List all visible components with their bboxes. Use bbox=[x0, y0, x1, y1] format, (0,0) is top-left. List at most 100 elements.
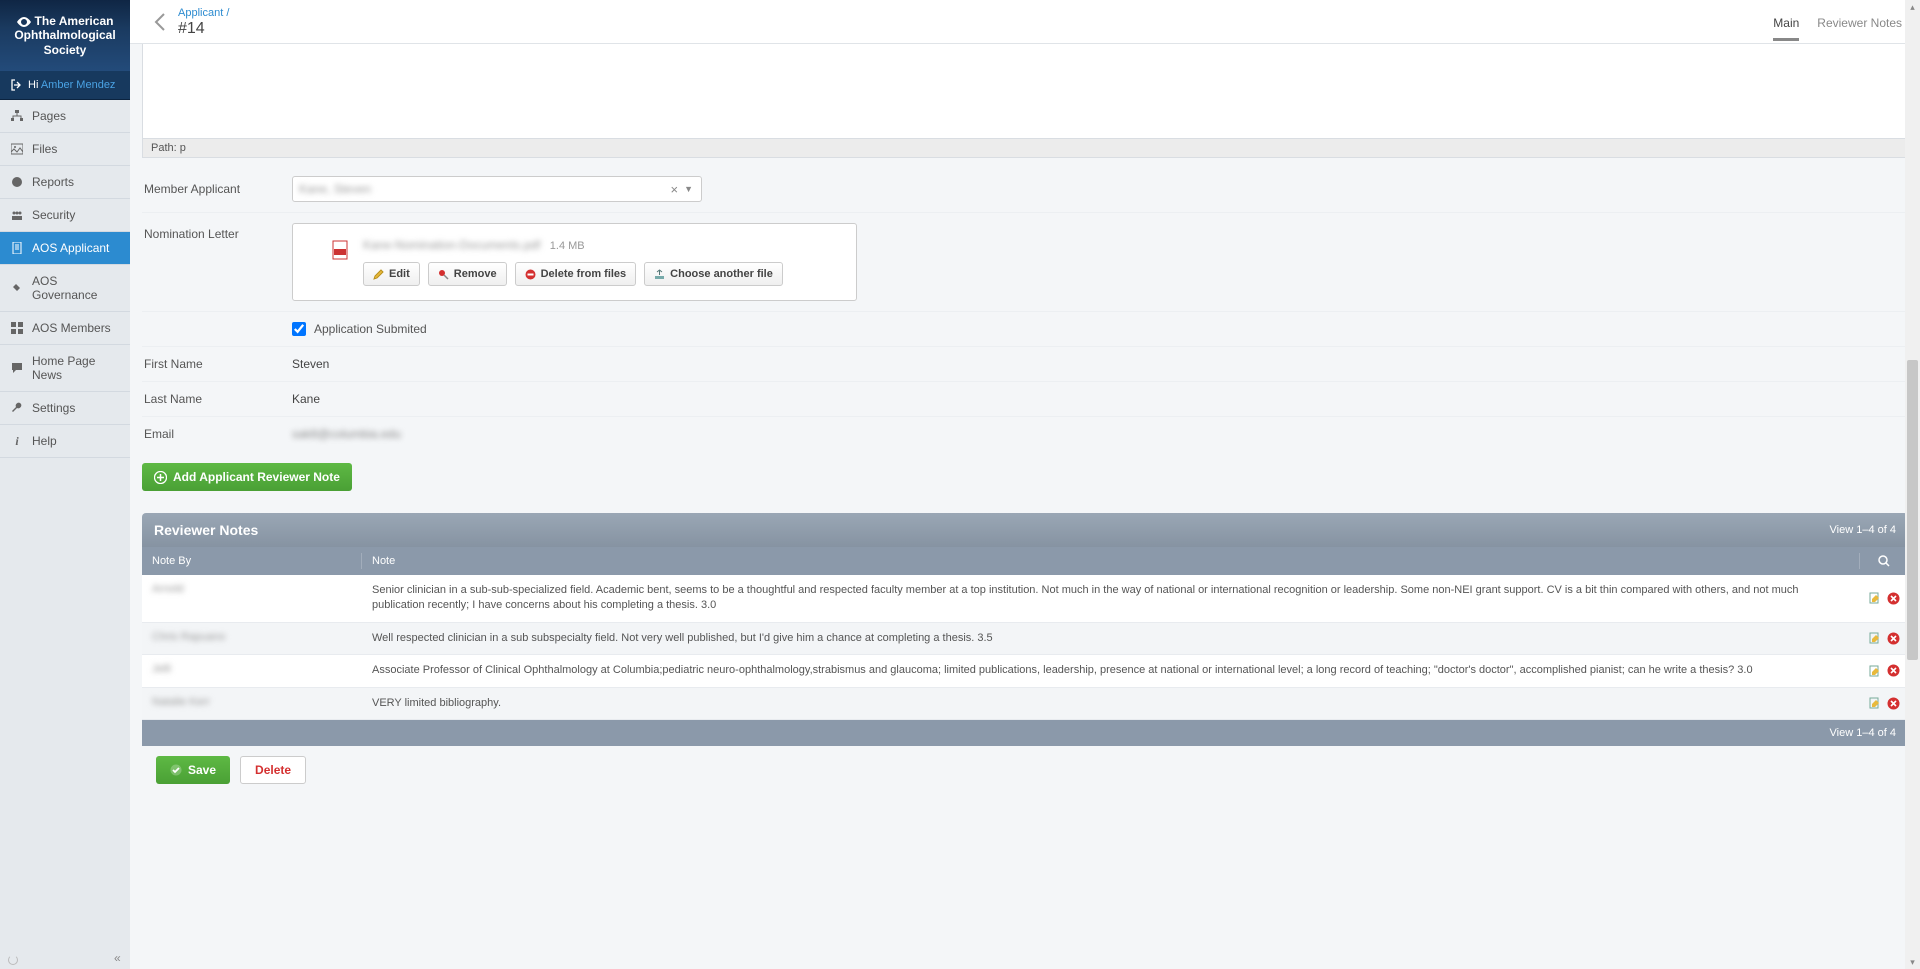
row-edit-button[interactable] bbox=[1869, 631, 1881, 645]
table-body: Arnold Senior clinician in a sub-sub-spe… bbox=[142, 575, 1908, 720]
nav-label: Files bbox=[32, 142, 57, 156]
nav-pages[interactable]: Pages bbox=[0, 100, 130, 133]
upload-icon bbox=[654, 269, 665, 280]
row-delete-button[interactable] bbox=[1887, 696, 1900, 710]
main: Applicant / #14 Main Reviewer Notes Path… bbox=[130, 0, 1920, 969]
nav-label: Help bbox=[32, 434, 57, 448]
scroll-up-icon[interactable]: ▴ bbox=[1905, 0, 1920, 14]
row-delete-button[interactable] bbox=[1887, 631, 1900, 645]
col-note-by[interactable]: Note By bbox=[142, 547, 362, 575]
sitemap-icon bbox=[10, 109, 24, 123]
nav-reports[interactable]: Reports bbox=[0, 166, 130, 199]
nav-files[interactable]: Files bbox=[0, 133, 130, 166]
row-edit-button[interactable] bbox=[1869, 664, 1881, 678]
note-by: Arnold bbox=[142, 575, 362, 622]
first-name-value: Steven bbox=[292, 357, 1908, 371]
table-row: Jelli Associate Professor of Clinical Op… bbox=[142, 655, 1908, 687]
row-delete-button[interactable] bbox=[1887, 591, 1900, 605]
save-button[interactable]: Save bbox=[156, 756, 230, 784]
nav-label: AOS Members bbox=[32, 321, 111, 335]
row-edit-button[interactable] bbox=[1869, 591, 1881, 605]
nav-label: Reports bbox=[32, 175, 74, 189]
nav-label: AOS Applicant bbox=[32, 241, 109, 255]
grid-icon bbox=[10, 321, 24, 335]
header: Applicant / #14 Main Reviewer Notes bbox=[130, 0, 1920, 44]
file-edit-button[interactable]: Edit bbox=[363, 262, 420, 286]
email-label: Email bbox=[142, 427, 292, 441]
col-note[interactable]: Note bbox=[362, 547, 1860, 575]
rich-text-editor[interactable] bbox=[142, 44, 1908, 139]
panel-title: Reviewer Notes bbox=[154, 522, 1830, 538]
nav-label: Home Page News bbox=[32, 354, 120, 382]
nav-label: Settings bbox=[32, 401, 75, 415]
nav-label: Security bbox=[32, 208, 75, 222]
footer-actions: Save Delete bbox=[142, 746, 1908, 794]
sidebar-collapse-button[interactable]: « bbox=[114, 951, 121, 965]
nav-label: Pages bbox=[32, 109, 66, 123]
eye-icon bbox=[17, 17, 31, 27]
col-search[interactable] bbox=[1860, 547, 1908, 575]
back-button[interactable] bbox=[148, 10, 172, 34]
breadcrumb: Applicant / #14 bbox=[178, 5, 1773, 38]
first-name-label: First Name bbox=[142, 357, 292, 371]
nav-aos-governance[interactable]: AOS Governance bbox=[0, 265, 130, 312]
row-delete-button[interactable] bbox=[1887, 664, 1900, 678]
loading-spinner-icon bbox=[8, 955, 18, 965]
file-name: Kane-Nomination-Documents.pdf bbox=[363, 238, 540, 252]
nav: Pages Files Reports Security AOS Applica… bbox=[0, 100, 130, 458]
file-choose-another-button[interactable]: Choose another file bbox=[644, 262, 783, 286]
tab-main[interactable]: Main bbox=[1773, 3, 1799, 41]
application-submitted-checkbox[interactable] bbox=[292, 322, 306, 336]
vertical-scrollbar[interactable]: ▴ ▾ bbox=[1905, 0, 1920, 969]
note-by: Chris Rapuano bbox=[142, 623, 362, 654]
panel-count-bottom: View 1–4 of 4 bbox=[142, 720, 1908, 746]
nav-settings[interactable]: Settings bbox=[0, 392, 130, 425]
wrench-icon bbox=[10, 401, 24, 415]
nav-aos-applicant[interactable]: AOS Applicant bbox=[0, 232, 130, 265]
people-icon bbox=[10, 208, 24, 222]
clear-icon[interactable]: × bbox=[666, 182, 682, 197]
delete-icon bbox=[525, 269, 536, 280]
nav-home-page-news[interactable]: Home Page News bbox=[0, 345, 130, 392]
scroll-down-icon[interactable]: ▾ bbox=[1905, 955, 1920, 969]
row-edit-button[interactable] bbox=[1869, 696, 1881, 710]
file-size: 1.4 MB bbox=[550, 240, 585, 252]
member-applicant-label: Member Applicant bbox=[142, 182, 292, 196]
sidebar: The American Ophthalmological Society Hi… bbox=[0, 0, 130, 969]
scrollbar-thumb[interactable] bbox=[1907, 360, 1918, 660]
pencil-icon bbox=[373, 269, 384, 280]
table-head: Note By Note bbox=[142, 547, 1908, 575]
last-name-label: Last Name bbox=[142, 392, 292, 406]
reviewer-notes-panel: Reviewer Notes View 1–4 of 4 Note By Not… bbox=[142, 513, 1908, 746]
nav-security[interactable]: Security bbox=[0, 199, 130, 232]
add-reviewer-note-button[interactable]: Add Applicant Reviewer Note bbox=[142, 463, 352, 491]
last-name-value: Kane bbox=[292, 392, 1908, 406]
gavel-icon bbox=[10, 281, 24, 295]
content-scroll[interactable]: Path: p Member Applicant Kane, Steven × … bbox=[130, 44, 1920, 969]
tab-reviewer-notes[interactable]: Reviewer Notes bbox=[1817, 3, 1902, 41]
nomination-letter-label: Nomination Letter bbox=[142, 223, 292, 241]
file-card: Kane-Nomination-Documents.pdf 1.4 MB Edi… bbox=[292, 223, 857, 301]
application-submitted-label: Application Submited bbox=[314, 322, 427, 336]
file-remove-button[interactable]: Remove bbox=[428, 262, 507, 286]
table-row: Arnold Senior clinician in a sub-sub-spe… bbox=[142, 575, 1908, 623]
remove-icon bbox=[438, 269, 449, 280]
nav-aos-members[interactable]: AOS Members bbox=[0, 312, 130, 345]
breadcrumb-parent[interactable]: Applicant bbox=[178, 7, 223, 19]
nav-help[interactable]: iHelp bbox=[0, 425, 130, 458]
note-by: Jelli bbox=[142, 655, 362, 686]
logout-icon[interactable] bbox=[10, 79, 22, 91]
image-icon bbox=[10, 142, 24, 156]
note-text: Well respected clinician in a sub subspe… bbox=[362, 623, 1860, 654]
chevron-down-icon[interactable]: ▼ bbox=[682, 184, 695, 194]
file-delete-files-button[interactable]: Delete from files bbox=[515, 262, 637, 286]
globe-icon bbox=[10, 175, 24, 189]
member-applicant-select[interactable]: Kane, Steven × ▼ bbox=[292, 176, 702, 202]
page-title: #14 bbox=[178, 20, 1773, 38]
member-applicant-value: Kane, Steven bbox=[299, 182, 666, 196]
note-text: VERY limited bibliography. bbox=[362, 688, 1860, 719]
tabs: Main Reviewer Notes bbox=[1773, 3, 1902, 41]
search-icon bbox=[1878, 555, 1890, 567]
greeting-user-link[interactable]: Amber Mendez bbox=[41, 79, 116, 91]
delete-button[interactable]: Delete bbox=[240, 756, 306, 784]
